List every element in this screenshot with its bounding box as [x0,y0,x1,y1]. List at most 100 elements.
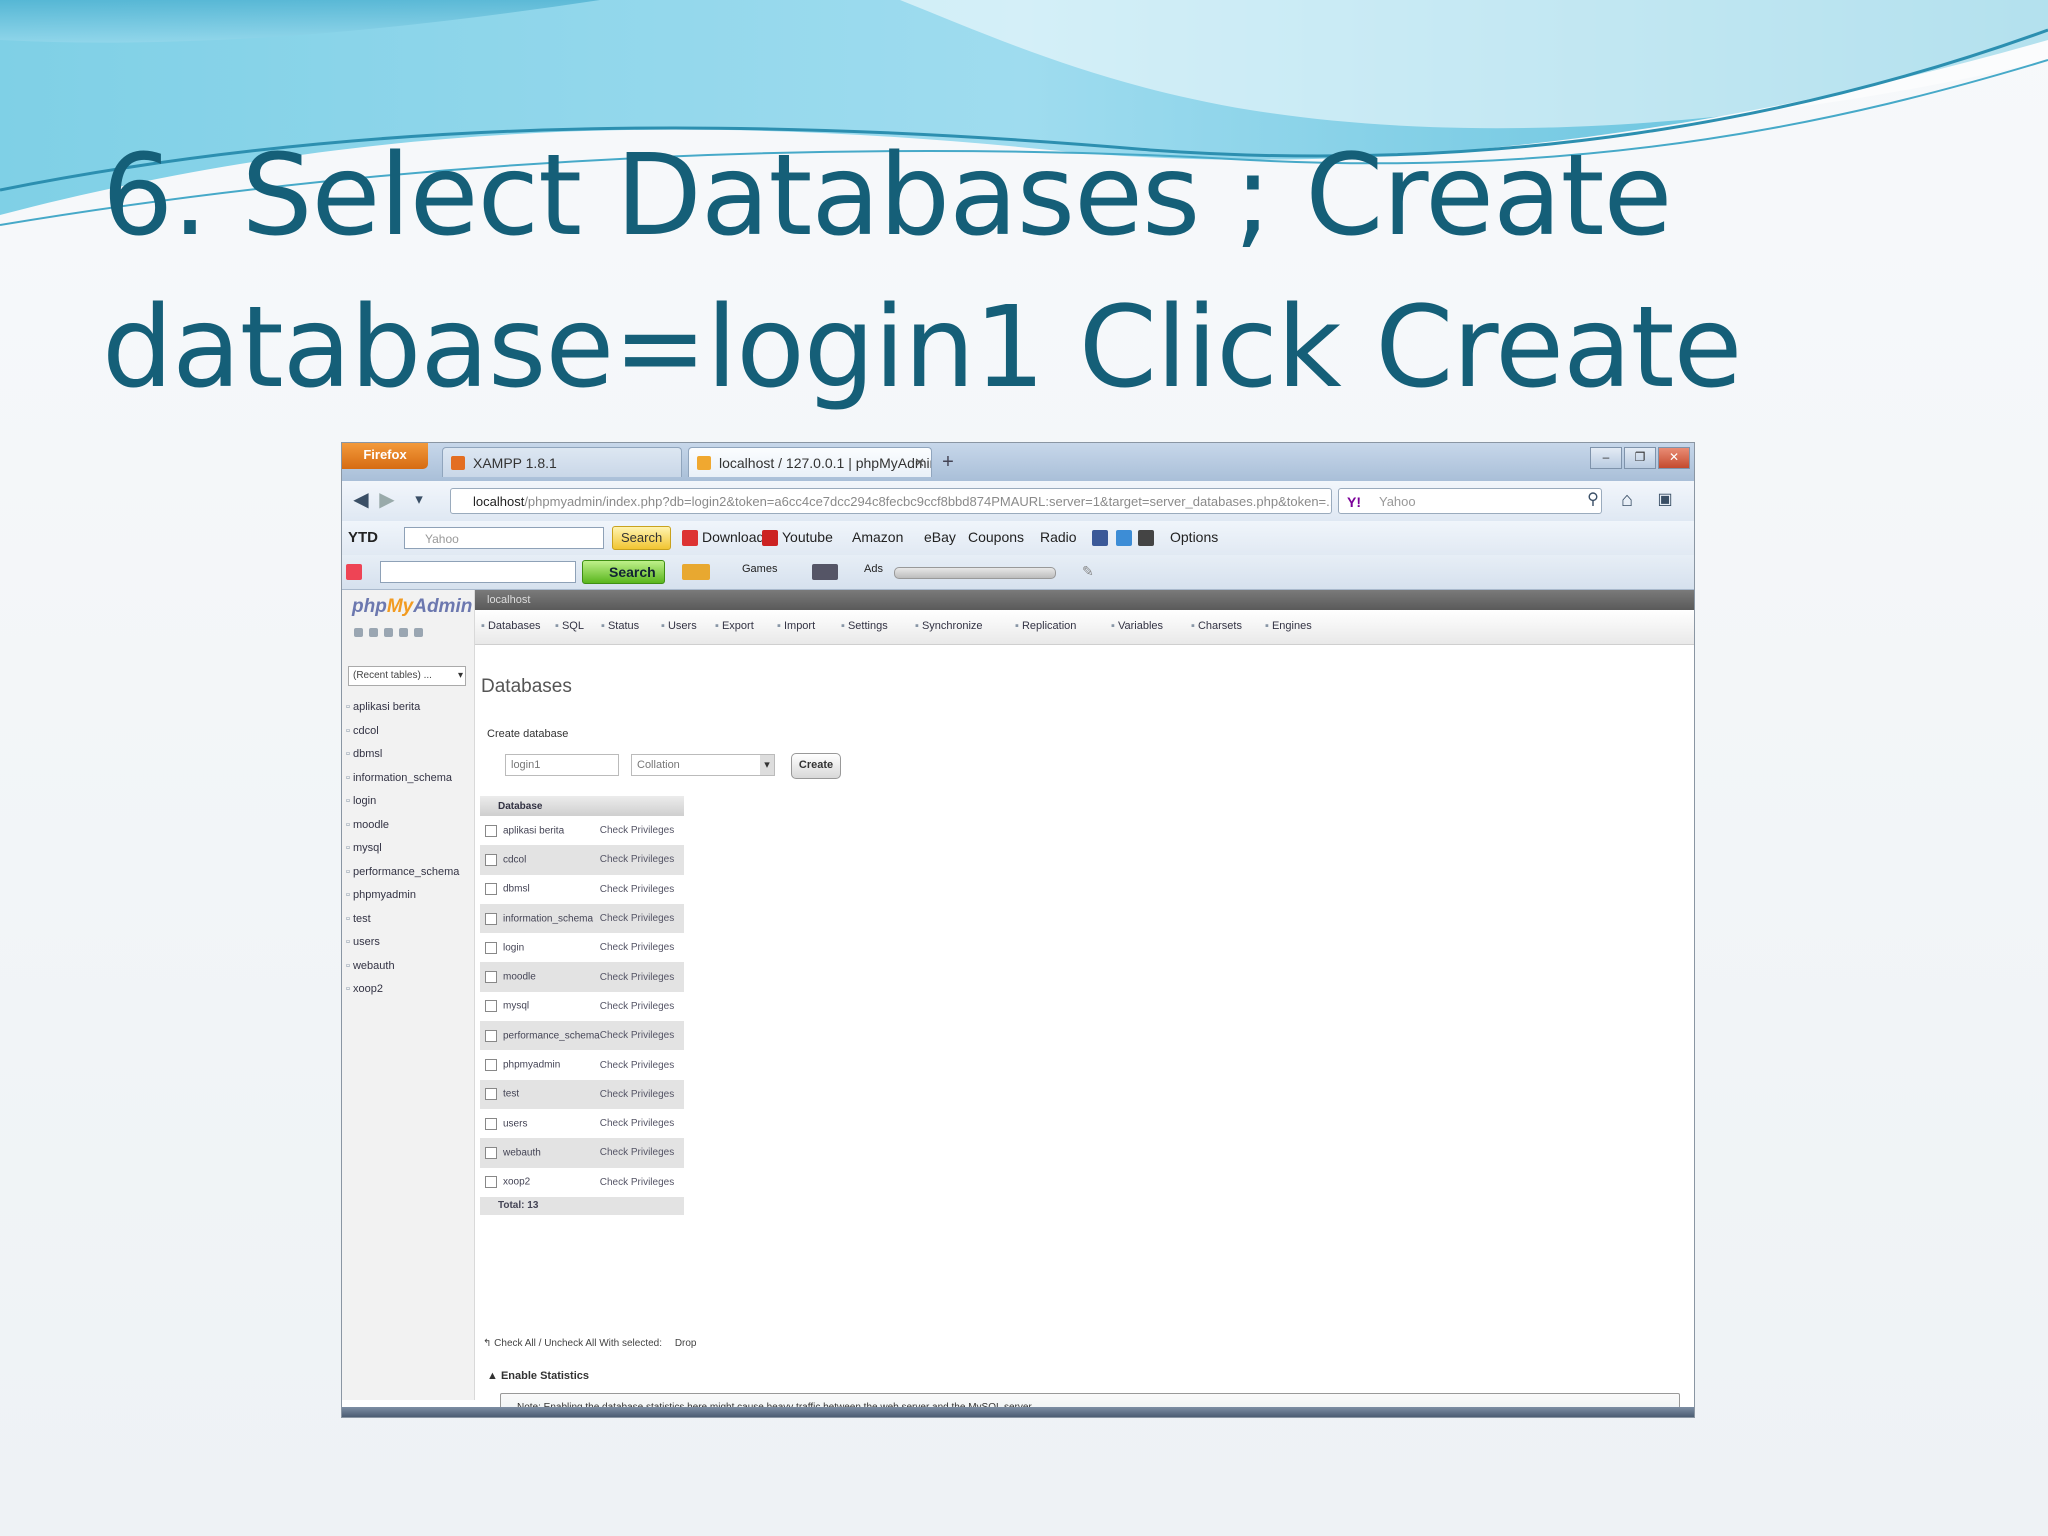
weather-icon[interactable] [682,564,710,580]
row-checkbox[interactable] [485,883,497,896]
phpmyadmin-logo[interactable]: phpMyAdmin [352,596,472,618]
toolbar-download[interactable]: Download [702,529,764,545]
tree-item[interactable]: dbmsl [346,743,459,767]
tree-item[interactable]: login [346,790,459,814]
twitter-icon[interactable] [1116,530,1132,546]
tree-item[interactable]: webauth [346,955,459,979]
ytd-label[interactable]: YTD [348,529,378,546]
check-privileges-link[interactable]: Check Privileges [599,962,684,992]
toolbar-amazon[interactable]: Amazon [852,529,903,545]
search-engine-box[interactable]: Y! Yahoo [1338,488,1602,514]
row-checkbox[interactable] [485,1176,497,1189]
check-privileges-link[interactable]: Check Privileges [599,1050,684,1080]
notes-icon[interactable] [1138,530,1154,546]
tab-import[interactable]: Import [777,620,815,632]
row-checkbox[interactable] [485,1117,497,1130]
toolbar-search-button[interactable]: Search [582,560,665,584]
toolbar-coupons[interactable]: Coupons [968,529,1024,545]
tab-phpmyadmin[interactable]: localhost / 127.0.0.1 | phpMyAdmin 3... … [688,447,932,477]
check-privileges-link[interactable]: Check Privileges [599,874,684,904]
check-all-link[interactable]: Check All / Uncheck All With selected: [494,1338,662,1349]
db-name[interactable]: cdcol [503,855,526,866]
row-checkbox[interactable] [485,1059,497,1072]
tab-export[interactable]: Export [715,620,754,632]
docs-icon[interactable] [399,628,408,637]
tree-item[interactable]: moodle [346,814,459,838]
toolbar-ebay[interactable]: eBay [924,529,956,545]
row-checkbox[interactable] [485,1000,497,1013]
check-privileges-link[interactable]: Check Privileges [599,933,684,963]
tab-charsets[interactable]: Charsets [1191,620,1242,632]
row-checkbox[interactable] [485,941,497,954]
minimize-button[interactable]: – [1590,447,1622,469]
check-privileges-link[interactable]: Check Privileges [599,1167,684,1197]
query-window-icon[interactable] [384,628,393,637]
facebook-icon[interactable] [1092,530,1108,546]
tab-settings[interactable]: Settings [841,620,888,632]
tab-synchronize[interactable]: Synchronize [915,620,983,632]
check-privileges-link[interactable]: Check Privileges [599,1108,684,1139]
db-name[interactable]: login [503,942,524,953]
toolbar-search-input[interactable] [380,561,576,583]
reload-icon[interactable] [414,628,423,637]
row-checkbox[interactable] [485,853,497,866]
forward-arrow-icon[interactable]: ▶ [376,489,398,511]
maximize-button[interactable]: ❐ [1624,447,1656,469]
widgets-icon[interactable] [812,564,838,580]
tab-replication[interactable]: Replication [1015,620,1076,632]
tab-databases[interactable]: Databases [481,620,541,632]
row-checkbox[interactable] [485,1029,497,1042]
check-privileges-link[interactable]: Check Privileges [599,903,684,934]
tree-item[interactable]: users [346,931,459,955]
database-column-header[interactable]: Database [480,796,684,816]
toolbar-youtube[interactable]: Youtube [782,529,833,545]
volume-slider[interactable] [894,567,1056,579]
db-name[interactable]: moodle [503,972,536,983]
back-arrow-icon[interactable]: ◀ [350,489,372,511]
db-name[interactable]: aplikasi berita [503,825,564,836]
tree-item[interactable]: cdcol [346,720,459,744]
new-tab-button[interactable]: + [936,451,960,475]
db-name[interactable]: phpmyadmin [503,1060,560,1071]
toolbar-games[interactable]: Games [742,563,777,575]
db-name[interactable]: performance_schema [503,1030,600,1041]
check-privileges-link[interactable]: Check Privileges [599,1021,684,1051]
close-icon[interactable]: ✕ [914,448,925,477]
url-bar[interactable]: localhost/phpmyadmin/index.php?db=login2… [450,488,1332,514]
drop-button[interactable]: Drop [675,1338,697,1349]
tree-item[interactable]: aplikasi berita [346,696,459,720]
db-name[interactable]: test [503,1089,519,1100]
row-checkbox[interactable] [485,1146,497,1159]
toolbar-ads[interactable]: Ads [864,563,883,575]
tab-sql[interactable]: SQL [555,620,584,632]
tab-engines[interactable]: Engines [1265,620,1312,632]
tree-item[interactable]: xoop2 [346,978,459,1002]
bookmarks-menu-icon[interactable]: ▣ [1654,489,1676,511]
create-button[interactable]: Create [791,753,841,779]
check-privileges-link[interactable]: Check Privileges [599,845,684,875]
home-icon[interactable] [354,628,363,637]
window-close-button[interactable]: ✕ [1658,447,1690,469]
check-privileges-link[interactable]: Check Privileges [599,816,684,846]
home-icon[interactable]: ⌂ [1616,489,1638,511]
db-name[interactable]: webauth [503,1148,541,1159]
toolbar-radio[interactable]: Radio [1040,529,1077,545]
ytd-search-input[interactable]: Yahoo [404,527,604,549]
tab-variables[interactable]: Variables [1111,620,1163,632]
toolbar-options[interactable]: Options [1170,529,1218,545]
logout-icon[interactable] [369,628,378,637]
addon-icon[interactable] [346,564,362,580]
tree-item[interactable]: information_schema [346,767,459,791]
database-name-input[interactable]: login1 [505,754,619,776]
tree-item[interactable]: mysql [346,837,459,861]
check-privileges-link[interactable]: Check Privileges [599,991,684,1022]
ytd-search-button[interactable]: Search [612,526,672,550]
tab-xampp[interactable]: XAMPP 1.8.1 [442,447,682,477]
row-checkbox[interactable] [485,912,497,925]
enable-statistics-link[interactable]: ▲ Enable Statistics [487,1370,589,1382]
server-breadcrumb[interactable]: localhost [475,590,1694,610]
db-name[interactable]: mysql [503,1001,529,1012]
check-privileges-link[interactable]: Check Privileges [599,1079,684,1109]
tab-users[interactable]: Users [661,620,697,632]
collation-select[interactable]: Collation [631,754,775,776]
